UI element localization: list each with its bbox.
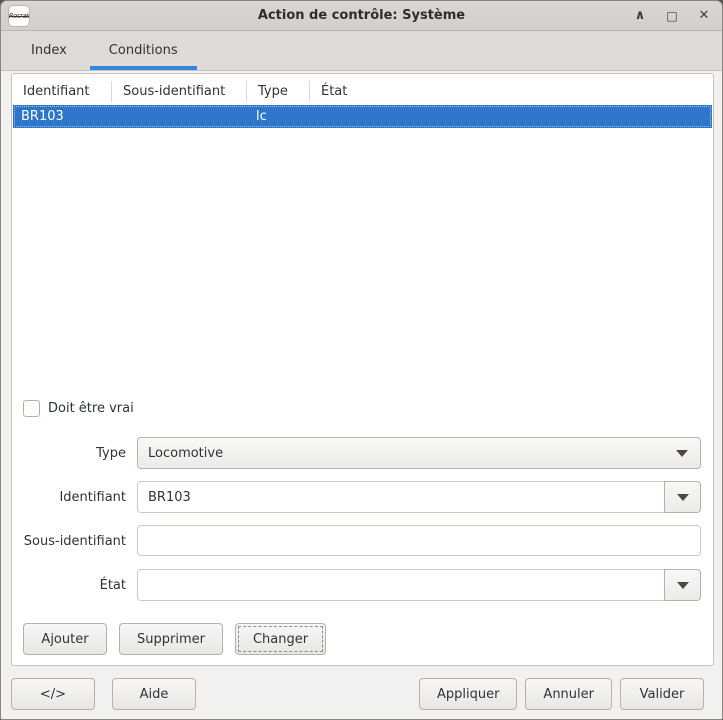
type-select[interactable]: Locomotive [137,437,701,469]
tab-bar: Index Conditions [1,31,722,71]
identifiant-label: Identifiant [12,490,126,505]
form-row-type: Type Locomotive [12,437,701,469]
window-controls: ∧ □ ✕ [632,1,712,31]
window-title: Action de contrôle: Système [1,8,722,23]
appliquer-button[interactable]: Appliquer [419,678,517,710]
etat-combobox [137,569,701,601]
maximize-icon[interactable]: □ [664,8,680,24]
must-be-true-checkbox[interactable] [23,400,40,417]
changer-button[interactable]: Changer [235,623,326,655]
minimize-icon[interactable]: ∧ [632,8,648,24]
cell-identifiant: BR103 [13,105,113,128]
identifiant-combobox: BR103 [137,481,701,513]
sous-identifiant-input[interactable] [137,525,701,556]
supprimer-button[interactable]: Supprimer [119,623,223,655]
dialog-buttons-right: Appliquer Annuler Valider [419,678,704,710]
annuler-button[interactable]: Annuler [525,678,612,710]
dialog-button-bar: </> Aide Appliquer Annuler Valider [11,678,704,710]
dialog-buttons-left: </> Aide [11,678,196,710]
conditions-panel: Identifiant Sous-identifiant Type État B… [11,73,714,666]
etat-label: État [12,578,126,593]
valider-button[interactable]: Valider [620,678,704,710]
conditions-table-header: Identifiant Sous-identifiant Type État [12,78,713,105]
cell-sous-identifiant [113,105,248,128]
identifiant-input[interactable]: BR103 [137,481,664,513]
cell-type: lc [248,105,311,128]
column-header-etat[interactable]: État [310,81,713,102]
chevron-down-icon [677,494,689,501]
chevron-down-icon [677,582,689,589]
must-be-true-label: Doit être vrai [48,401,134,416]
chevron-down-icon [676,450,688,457]
ajouter-button[interactable]: Ajouter [23,623,107,655]
cell-etat [311,105,712,128]
dialog-window: Rocrail Action de contrôle: Système ∧ □ … [0,0,723,720]
form-row-etat: État [12,569,701,601]
etat-dropdown-button[interactable] [664,569,701,601]
list-button-row: Ajouter Supprimer Changer [23,623,326,655]
etat-input[interactable] [137,569,664,601]
sous-identifiant-label: Sous-identifiant [12,534,126,549]
close-icon[interactable]: ✕ [696,8,712,24]
column-header-identifiant[interactable]: Identifiant [12,81,112,102]
column-header-sous-identifiant[interactable]: Sous-identifiant [112,81,247,102]
identifiant-dropdown-button[interactable] [664,481,701,513]
type-select-value: Locomotive [148,446,223,461]
titlebar: Rocrail Action de contrôle: Système ∧ □ … [1,1,722,31]
tab-conditions[interactable]: Conditions [88,31,199,70]
xml-source-button[interactable]: </> [11,678,95,710]
column-header-type[interactable]: Type [247,81,310,102]
tab-index[interactable]: Index [10,31,88,70]
aide-button[interactable]: Aide [112,678,196,710]
table-row[interactable]: BR103 lc [13,105,712,128]
form-row-sous-identifiant: Sous-identifiant [12,525,701,557]
form-row-identifiant: Identifiant BR103 [12,481,701,513]
type-label: Type [12,446,126,461]
must-be-true-row: Doit être vrai [23,400,134,417]
